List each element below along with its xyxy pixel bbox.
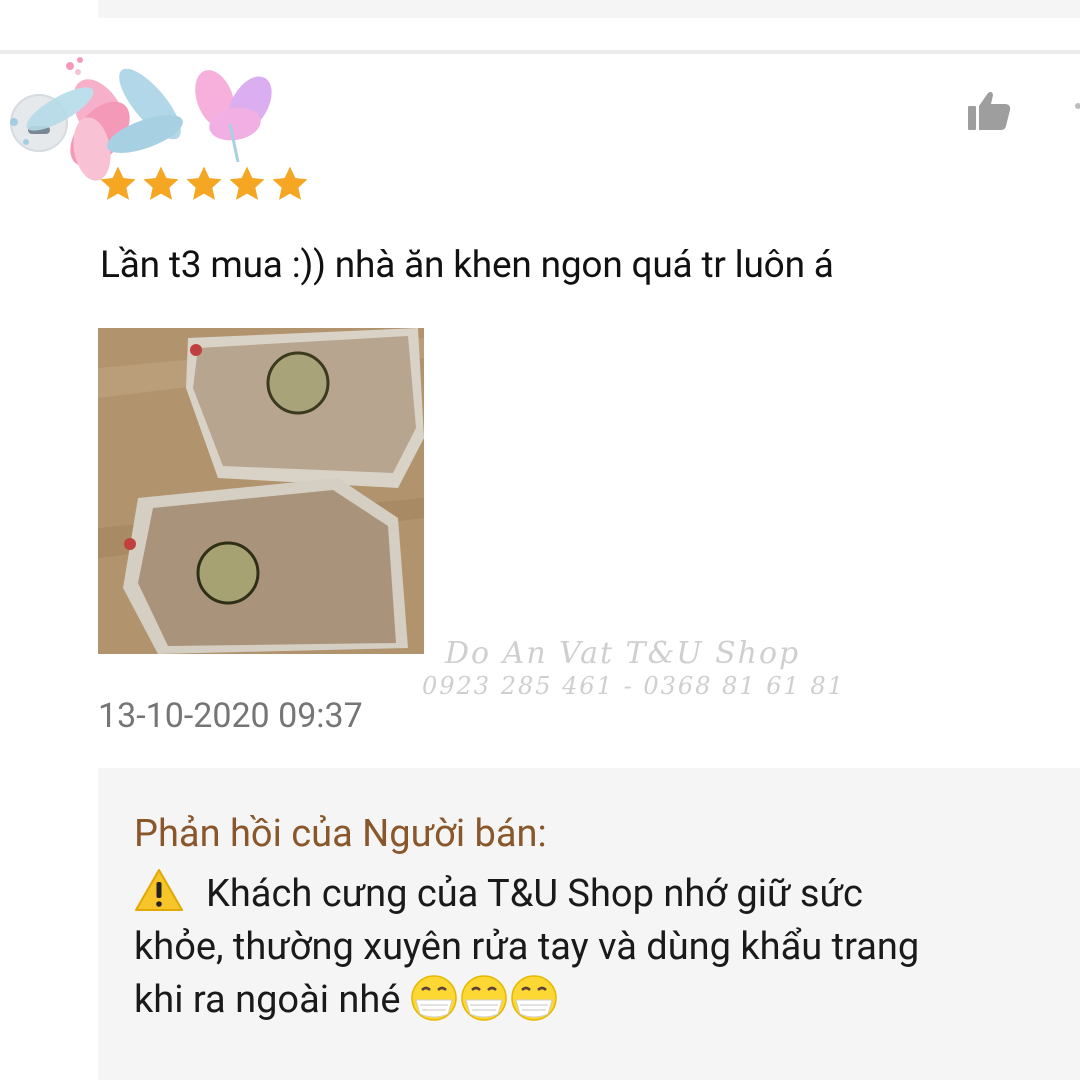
seller-reply-box: Phản hồi của Người bán: Khách cưng của T…	[98, 768, 1080, 1080]
face-with-mask-icon	[461, 975, 507, 1021]
seller-reply-line-3: khi ra ngoài nhé	[134, 978, 401, 1022]
star-icon	[229, 166, 265, 200]
seller-reply-line-2: khỏe, thường xuyên rửa tay và dùng khẩu …	[134, 925, 920, 969]
warning-icon	[135, 869, 183, 911]
star-icon	[186, 166, 222, 200]
review-timestamp: 13-10-2020 09:37	[98, 696, 363, 736]
seller-reply-body: Khách cưng của T&U Shop nhớ giữ sức khỏe…	[134, 868, 1074, 1027]
face-with-mask-icon	[411, 975, 457, 1021]
seller-reply-line-1: Khách cưng của T&U Shop nhớ giữ sức	[206, 872, 863, 916]
star-icon	[100, 166, 136, 200]
review-text: Lần t3 mua :)) nhà ăn khen ngon quá tr l…	[100, 244, 834, 287]
thumbs-up-icon[interactable]	[966, 90, 1012, 132]
flower-decoration-icon	[10, 57, 272, 181]
star-icon	[143, 166, 179, 200]
star-icon	[272, 166, 308, 200]
face-with-mask-icon	[511, 975, 557, 1021]
more-vertical-icon[interactable]	[1070, 100, 1080, 120]
watermark-phone: 0923 285 461 - 0368 81 61 81	[422, 672, 845, 700]
rating-stars	[98, 164, 310, 204]
seller-reply-title: Phản hồi của Người bán:	[134, 812, 547, 856]
watermark-shop-name: Do An Vat T&U Shop	[445, 636, 801, 671]
review-photo[interactable]	[98, 328, 424, 654]
previous-review-strip	[98, 0, 1080, 18]
